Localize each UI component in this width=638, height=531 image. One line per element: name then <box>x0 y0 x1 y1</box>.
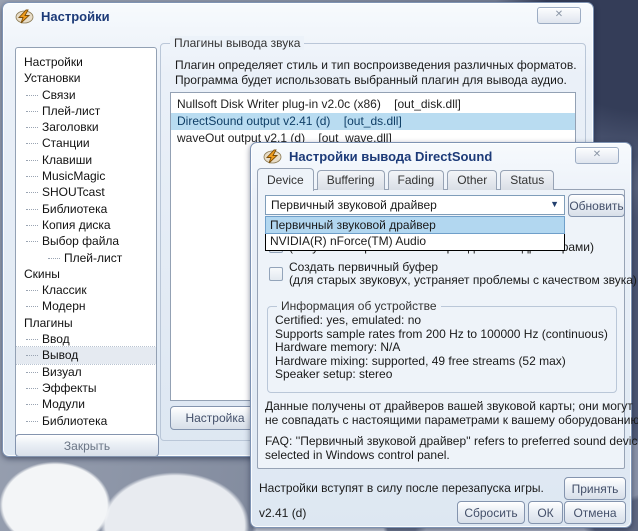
primary-buffer-checkbox[interactable] <box>269 267 283 281</box>
directsound-titlebar[interactable]: Настройки вывода DirectSound <box>251 143 631 169</box>
tab[interactable]: Device <box>257 168 314 191</box>
faq-line1: FAQ: ''Первичный звуковой драйвер'' refe… <box>265 434 638 448</box>
tab[interactable]: Status <box>500 170 554 190</box>
tree-item[interactable]: Визуал <box>16 364 156 380</box>
tree-item[interactable]: SHOUTcast <box>16 184 156 200</box>
tree-item[interactable]: Скины <box>16 266 156 282</box>
chevron-down-icon[interactable]: ▼ <box>550 199 559 209</box>
tree-item[interactable]: Эффекты <box>16 380 156 396</box>
restart-note: Настройки вступят в силу после перезапус… <box>259 481 544 495</box>
configure-button[interactable]: Настройка <box>170 406 260 430</box>
tree-item[interactable]: Плей-лист <box>16 103 156 119</box>
output-plugins-group-title: Плагины вывода звука <box>170 36 304 50</box>
disclaimer-line2: не совпадать с настоящими параметрами к … <box>265 413 638 427</box>
device-info-group-title: Информация об устройстве <box>277 299 441 313</box>
close-icon[interactable]: ✕ <box>537 7 581 24</box>
tree-item[interactable]: Станции <box>16 135 156 151</box>
device-select-value: Первичный звуковой драйвер <box>271 198 437 212</box>
tree-item[interactable]: Плагины <box>16 315 156 331</box>
tab[interactable]: Other <box>447 170 497 190</box>
tree-item[interactable]: Классик <box>16 282 156 298</box>
tree-item[interactable]: Клавиши <box>16 152 156 168</box>
directsound-dialog: Настройки вывода DirectSound ✕ DeviceBuf… <box>250 142 632 528</box>
reset-button[interactable]: Сбросить <box>457 501 525 524</box>
tree-item[interactable]: MusicMagic <box>16 168 156 184</box>
tree-item[interactable]: Настройки <box>16 54 156 70</box>
tree-item[interactable]: Вывод <box>16 347 156 363</box>
disclaimer-line1: Данные получены от драйверов вашей звуко… <box>265 399 633 413</box>
tree-item[interactable]: Модули <box>16 396 156 412</box>
version-label: v2.41 (d) <box>259 506 306 520</box>
tree-item[interactable]: Связи <box>16 87 156 103</box>
device-info-line: Certified: yes, emulated: no <box>275 314 608 328</box>
tree-item[interactable]: Заголовки <box>16 119 156 135</box>
device-info-lines: Certified: yes, emulated: noSupports sam… <box>275 314 608 382</box>
tree-item[interactable]: Ввод <box>16 331 156 347</box>
device-info-line: Supports sample rates from 200 Hz to 100… <box>275 328 608 342</box>
plugin-list-item[interactable]: Nullsoft Disk Writer plug-in v2.0c (x86)… <box>171 96 575 113</box>
tab[interactable]: Fading <box>388 170 445 190</box>
device-select[interactable]: Первичный звуковой драйвер ▼ <box>265 195 565 215</box>
device-info-line: Hardware mixing: supported, 49 free stre… <box>275 355 608 369</box>
directsound-dialog-title: Настройки вывода DirectSound <box>289 149 492 164</box>
dropdown-option[interactable]: Первичный звуковой драйвер <box>266 217 564 233</box>
faq-line2: selected in Windows control panel. <box>265 448 450 462</box>
tree-item[interactable]: Выбор файла <box>16 233 156 249</box>
tree-item[interactable]: Библиотека <box>16 201 156 217</box>
tree-item[interactable]: Копия диска <box>16 217 156 233</box>
device-dropdown-list: Первичный звуковой драйверNVIDIA(R) nFor… <box>265 216 565 251</box>
device-info-line: Hardware memory: N/A <box>275 341 608 355</box>
close-icon[interactable]: ✕ <box>575 147 619 164</box>
refresh-button[interactable]: Обновить <box>568 194 625 217</box>
tree-item[interactable]: Плей-лист <box>16 250 156 266</box>
tree-item[interactable]: Модерн <box>16 298 156 314</box>
close-button[interactable]: Закрыть <box>15 434 159 457</box>
device-info-line: Speaker setup: stereo <box>275 368 608 382</box>
ok-button[interactable]: ОК <box>528 501 563 524</box>
directsound-tabs: DeviceBufferingFadingOtherStatus <box>257 168 554 190</box>
dropdown-option[interactable]: NVIDIA(R) nForce(TM) Audio <box>266 233 564 249</box>
primary-buffer-label: Создать первичный буфер <box>289 260 438 274</box>
winamp-icon <box>15 9 34 24</box>
settings-titlebar[interactable]: Настройки <box>3 3 593 29</box>
tab[interactable]: Buffering <box>317 170 385 190</box>
plugins-description-line1: Плагин определяет стиль и тип воспроизве… <box>175 58 577 72</box>
apply-button[interactable]: Принять <box>564 477 626 500</box>
tree-item[interactable]: Установки <box>16 70 156 86</box>
winamp-icon <box>263 149 282 164</box>
settings-window-title: Настройки <box>41 9 110 24</box>
plugin-list-item[interactable]: DirectSound output v2.41 (d) [out_ds.dll… <box>171 113 575 130</box>
tree-item[interactable]: Библиотека <box>16 413 156 429</box>
primary-buffer-note: (для старых звуковух, устраняет проблемы… <box>289 273 637 287</box>
plugins-description-line2: Программа будет использовать выбранный п… <box>175 73 567 87</box>
settings-tree: НастройкиУстановкиСвязиПлей-листЗаголовк… <box>15 47 157 439</box>
cancel-button[interactable]: Отмена <box>564 501 626 524</box>
